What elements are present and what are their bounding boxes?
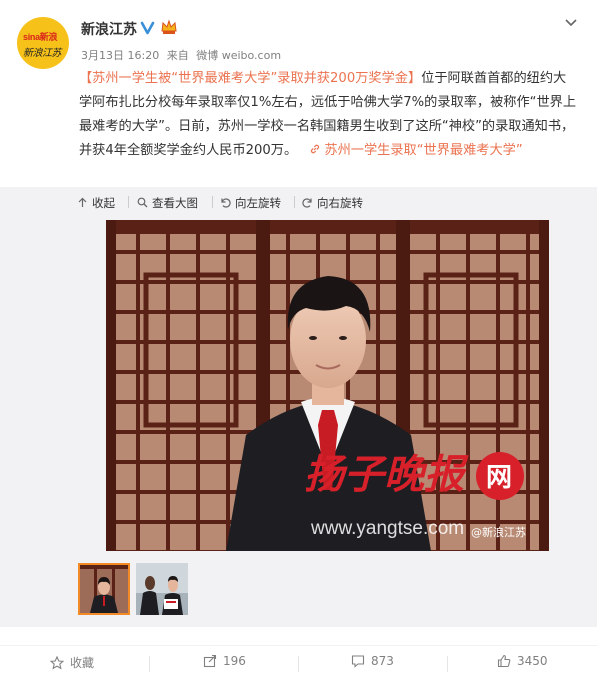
rotate-right-icon [302, 197, 314, 209]
post-source-prefix: 来自 [166, 49, 189, 62]
rotate-right-label: 向右旋转 [317, 196, 363, 210]
media-toolbar: 收起 查看大图 向左旋转 向右旋转 [0, 187, 597, 217]
toolbar-divider [212, 196, 213, 208]
action-divider [447, 656, 448, 672]
watermark-handle: @新浪江苏 [471, 525, 526, 539]
link-icon [311, 144, 320, 154]
toolbar-divider [128, 196, 129, 208]
topic-label[interactable]: 苏州一学生录取“世界最难考大学” [324, 143, 522, 158]
post-text: 【苏州一学生被“世界最难考大学”录取并获200万奖学金】位于阿联酋首都的纽约大学… [79, 67, 579, 163]
watermark-brand: 扬子晚报 [304, 451, 469, 498]
rotate-left-label: 向左旋转 [235, 196, 281, 210]
thumbnail-1[interactable] [78, 563, 130, 615]
favorite-button[interactable]: 收藏 [49, 654, 95, 674]
collapse-label: 收起 [92, 196, 115, 210]
topic-link[interactable]: 苏州一学生录取“世界最难考大学” [301, 143, 523, 158]
like-count: 3450 [517, 654, 548, 668]
repost-button[interactable]: 196 [203, 654, 246, 674]
view-large-button[interactable]: 查看大图 [137, 195, 198, 211]
toolbar-divider [294, 196, 295, 208]
student-portrait-image: 扬子晚报 网 www.yangtse.com @新浪江苏 [106, 220, 549, 551]
vip-crown-icon[interactable] [160, 19, 178, 35]
post-date[interactable]: 3月13日 16:20 [81, 49, 159, 62]
post-meta: 3月13日 16:20 来自 微博 weibo.com [81, 47, 285, 63]
thumbnail-2-image [136, 563, 188, 615]
collapse-arrow-icon [77, 197, 89, 209]
comment-button[interactable]: 873 [351, 654, 394, 674]
rotate-left-button[interactable]: 向左旋转 [220, 195, 281, 211]
verified-v-icon [140, 21, 155, 36]
favorite-label: 收藏 [70, 656, 95, 670]
media-panel: 收起 查看大图 向左旋转 向右旋转 扬子晚报 网 www.yangtse.com… [0, 187, 597, 627]
collapse-button[interactable]: 收起 [77, 195, 115, 211]
comment-icon [351, 655, 365, 668]
star-icon [49, 655, 65, 670]
watermark-url: www.yangtse.com [310, 518, 464, 539]
chevron-down-icon[interactable] [563, 15, 579, 31]
account-avatar[interactable]: sina新浪 新浪江苏 [17, 17, 69, 69]
action-bar: 收藏 196 873 3450 [0, 645, 597, 681]
comment-count: 873 [371, 654, 394, 668]
rotate-right-button[interactable]: 向右旋转 [302, 195, 363, 211]
rotate-left-icon [220, 197, 232, 209]
magnifier-icon [137, 197, 149, 209]
watermark-badge: 网 [486, 463, 512, 493]
thumbs-up-icon [497, 654, 511, 668]
avatar-logo-bottom: 新浪江苏 [23, 48, 62, 59]
action-divider [149, 656, 150, 672]
post-source[interactable]: 微博 weibo.com [196, 49, 281, 62]
thumbnail-2[interactable] [136, 563, 188, 615]
action-divider [298, 656, 299, 672]
repost-count: 196 [223, 654, 246, 668]
weibo-post-card: sina新浪 新浪江苏 新浪江苏 3月13日 16:20 来自 微博 weibo… [0, 0, 597, 681]
main-photo[interactable]: 扬子晚报 网 www.yangtse.com @新浪江苏 [106, 220, 549, 551]
account-name[interactable]: 新浪江苏 [81, 19, 137, 39]
avatar-logo-top: sina新浪 [23, 32, 58, 42]
view-large-label: 查看大图 [152, 196, 198, 210]
like-button[interactable]: 3450 [497, 654, 548, 674]
thumbnail-1-image [80, 565, 128, 613]
share-icon [203, 654, 217, 668]
post-title: 【苏州一学生被“世界最难考大学”录取并获200万奖学金】 [79, 71, 422, 86]
